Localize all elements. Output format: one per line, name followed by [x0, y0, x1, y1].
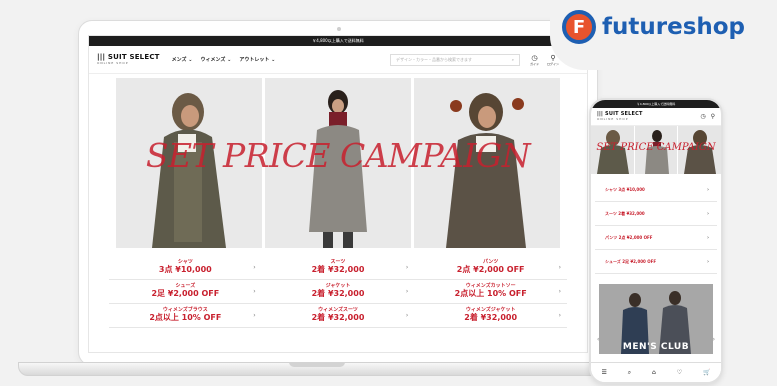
chevron-right-icon: ›	[405, 288, 409, 295]
guide-label: ガイド	[529, 61, 539, 66]
nav-womens[interactable]: ウィメンズ ⌄	[200, 56, 231, 63]
logo-sub-text: ONLINE SHOP	[97, 61, 129, 65]
chevron-right-icon: ›	[558, 264, 561, 271]
phone-category-item[interactable]: スーツ 2着 ¥32,000 ›	[595, 202, 717, 226]
hero-panel-left	[116, 78, 262, 248]
phone-category-label: シューズ 2足 ¥2,000 OFF	[605, 258, 657, 264]
phone-category-label: スーツ 2着 ¥32,000	[605, 210, 645, 216]
category-item[interactable]: ジャケット 2着 ¥32,000 ›	[261, 280, 415, 304]
phone-header-icons: ◷ ⚲	[700, 113, 715, 120]
search-input[interactable]: デザイン・カラー・品番から検索できます ⌕	[389, 53, 520, 66]
banner-title: MEN'S CLUB	[622, 342, 690, 352]
category-item[interactable]: ウィメンズスーツ 2着 ¥32,000 ›	[261, 304, 415, 328]
chevron-right-icon: ›	[253, 288, 256, 295]
main-nav: メンズ ⌄ ウィメンズ ⌄ アウトレット ⌄	[172, 56, 276, 63]
phone-free-shipping-banner: ￥4,800以上購入で送料無料	[591, 100, 721, 108]
chevron-right-icon: ›	[253, 264, 256, 271]
category-price: 2着 ¥32,000	[311, 313, 365, 322]
logo-main-text: ||| SUIT SELECT	[97, 53, 160, 61]
phone-category-item[interactable]: シャツ 3点 ¥10,000 ›	[595, 178, 717, 202]
phone-category-label: シャツ 3点 ¥10,000	[605, 186, 645, 192]
search-icon[interactable]: ⌕	[628, 369, 631, 377]
model-figure-right	[446, 93, 526, 248]
category-price: 2着 ¥32,000	[311, 289, 365, 298]
phone-logo-sub: ONLINE SHOP	[597, 117, 629, 121]
category-price: 3点 ¥10,000	[158, 265, 212, 274]
phone-hero[interactable]: SET PRICE CAMPAIGN	[591, 126, 721, 174]
category-price: 2足 ¥2,000 OFF	[151, 289, 220, 298]
free-shipping-banner: ￥4,800以上購入で送料無料	[89, 36, 587, 46]
phone-header: ||| SUIT SELECT ONLINE SHOP ◷ ⚲	[591, 108, 721, 126]
chevron-right-icon: ›	[706, 210, 709, 217]
category-item[interactable]: ウィメンズカットソー 2点以上 10% OFF ›	[414, 280, 567, 304]
menu-icon[interactable]: ☰	[601, 369, 606, 376]
heart-icon[interactable]: ♡	[677, 369, 682, 376]
category-price: 2点 ¥2,000 OFF	[456, 265, 525, 274]
search-icon[interactable]: ⌕	[512, 55, 514, 65]
chevron-right-icon: ›	[706, 234, 709, 241]
category-price: 2点以上 10% OFF	[149, 313, 222, 322]
laptop-camera	[337, 27, 341, 31]
model-figure-center	[309, 90, 367, 248]
clock-icon[interactable]: ◷	[700, 113, 705, 120]
category-item[interactable]: ウィメンズジャケット 2着 ¥32,000 ›	[414, 304, 567, 328]
category-item[interactable]: シャツ 3点 ¥10,000 ›	[109, 256, 262, 280]
phone-campaign-title: SET PRICE CAMPAIGN	[596, 142, 716, 153]
hero-panel-center	[265, 78, 411, 248]
model-figure-left	[152, 93, 226, 248]
phone-category-item[interactable]: パンツ 2点 ¥2,000 OFF ›	[595, 226, 717, 250]
chevron-right-icon: ›	[706, 186, 709, 193]
cart-icon[interactable]: 🛒	[703, 369, 710, 376]
phone-bottom-nav: ☰ ⌕ ⌂ ♡ 🛒	[591, 362, 721, 382]
category-price: 2着 ¥32,000	[311, 265, 365, 274]
chevron-right-icon: ›	[405, 312, 409, 319]
chevron-right-icon: ›	[706, 258, 709, 265]
home-icon[interactable]: ⌂	[652, 369, 656, 376]
laptop-mockup: ￥4,800以上購入で送料無料 ||| SUIT SELECT ONLINE S…	[78, 20, 598, 366]
clock-icon: ◷	[531, 53, 538, 62]
futureshop-logo: F futureshop	[562, 10, 745, 44]
chevron-right-icon: ›	[558, 312, 561, 319]
phone-category-label: パンツ 2点 ¥2,000 OFF	[605, 234, 653, 240]
category-item[interactable]: シューズ 2足 ¥2,000 OFF ›	[109, 280, 262, 304]
user-icon[interactable]: ⚲	[711, 113, 715, 120]
laptop-notch	[289, 362, 345, 367]
guide-button[interactable]: ◷ ガイド	[530, 54, 539, 66]
chevron-right-icon: ›	[558, 288, 561, 295]
hero-campaign[interactable]: SET PRICE CAMPAIGN	[89, 78, 587, 254]
nav-outlet[interactable]: アウトレット ⌄	[239, 56, 275, 63]
phone-mockup: ￥4,800以上購入で送料無料 ||| SUIT SELECT ONLINE S…	[589, 98, 723, 384]
marketing-mockup: ￥4,800以上購入で送料無料 ||| SUIT SELECT ONLINE S…	[0, 0, 777, 386]
category-item[interactable]: スーツ 2着 ¥32,000 ›	[261, 256, 415, 280]
search-placeholder: デザイン・カラー・品番から検索できます	[395, 56, 472, 62]
category-price: 2着 ¥32,000	[464, 313, 518, 322]
category-grid: シャツ 3点 ¥10,000 › スーツ 2着 ¥32,000 › パンツ 2点 ¥2,0…	[109, 256, 567, 328]
site-logo[interactable]: ||| SUIT SELECT ONLINE SHOP	[97, 54, 160, 65]
laptop-screen: ￥4,800以上購入で送料無料 ||| SUIT SELECT ONLINE S…	[88, 35, 588, 353]
futureshop-mark-icon: F	[562, 10, 596, 44]
category-item[interactable]: ウィメンズブラウス 2点以上 10% OFF ›	[109, 304, 262, 328]
login-label: ログイン	[546, 61, 559, 66]
nav-mens[interactable]: メンズ ⌄	[172, 56, 193, 63]
category-item[interactable]: パンツ 2点 ¥2,000 OFF ›	[414, 256, 567, 280]
hero-panel-right	[414, 78, 560, 248]
phone-logo[interactable]: ||| SUIT SELECT ONLINE SHOP	[597, 112, 643, 121]
chevron-right-icon: ›	[405, 264, 409, 271]
chevron-right-icon: ›	[253, 312, 256, 319]
phone-category-list: シャツ 3点 ¥10,000 › スーツ 2着 ¥32,000 › パンツ 2点 ¥…	[595, 178, 717, 274]
futureshop-wordmark: futureshop	[602, 14, 746, 40]
mens-club-banner[interactable]: MEN'S CLUB	[599, 284, 713, 354]
category-price: 2点以上 10% OFF	[454, 289, 527, 298]
phone-category-item[interactable]: シューズ 2足 ¥2,000 OFF ›	[595, 250, 717, 274]
site-header: ||| SUIT SELECT ONLINE SHOP メンズ ⌄ ウィメンズ …	[89, 46, 587, 74]
